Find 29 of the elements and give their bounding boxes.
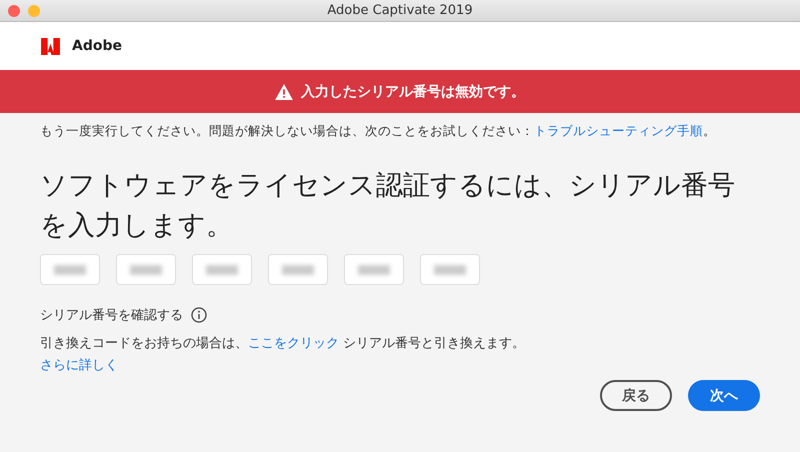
error-message: 入力したシリアル番号は無効です。: [301, 82, 525, 100]
close-button[interactable]: [8, 4, 20, 16]
info-icon[interactable]: [191, 307, 207, 323]
warning-icon: [275, 84, 293, 100]
window-title: Adobe Captivate 2019: [327, 3, 473, 18]
next-button[interactable]: 次へ: [688, 380, 760, 411]
verify-label: シリアル番号を確認する: [40, 307, 183, 324]
blurred-value: [54, 264, 86, 274]
serial-field[interactable]: [192, 254, 252, 285]
heading: ソフトウェアをライセンス認証するには、シリアル番号を入力します。: [40, 169, 736, 243]
troubleshooting-link[interactable]: トラブルシューティング手順: [534, 123, 703, 138]
serial-field[interactable]: [116, 254, 176, 285]
learn-more-link[interactable]: さらに詳しく: [40, 356, 118, 374]
serial-field[interactable]: [40, 254, 100, 285]
logo-text: Adobe: [72, 38, 122, 54]
click-here-link[interactable]: ここをクリック: [248, 336, 339, 351]
help-text: もう一度実行してください。問題が解決しない場合は、次のことをお試しください：トラブルシューティング手順。: [40, 123, 717, 140]
serial-field[interactable]: [344, 254, 404, 285]
back-button[interactable]: 戻る: [600, 380, 672, 411]
logo-icon: [41, 38, 60, 54]
blurred-value: [358, 264, 390, 274]
redeem-text: 引き換えコードをお持ちの場合は、ここをクリック シリアル番号と引き換えます。: [40, 335, 526, 352]
serial-field[interactable]: [420, 254, 480, 285]
blurred-value: [282, 264, 314, 274]
blurred-value: [206, 264, 238, 274]
serial-field[interactable]: [268, 254, 328, 285]
blurred-value: [434, 264, 466, 274]
blurred-value: [130, 264, 162, 274]
minimize-button[interactable]: [28, 4, 40, 16]
